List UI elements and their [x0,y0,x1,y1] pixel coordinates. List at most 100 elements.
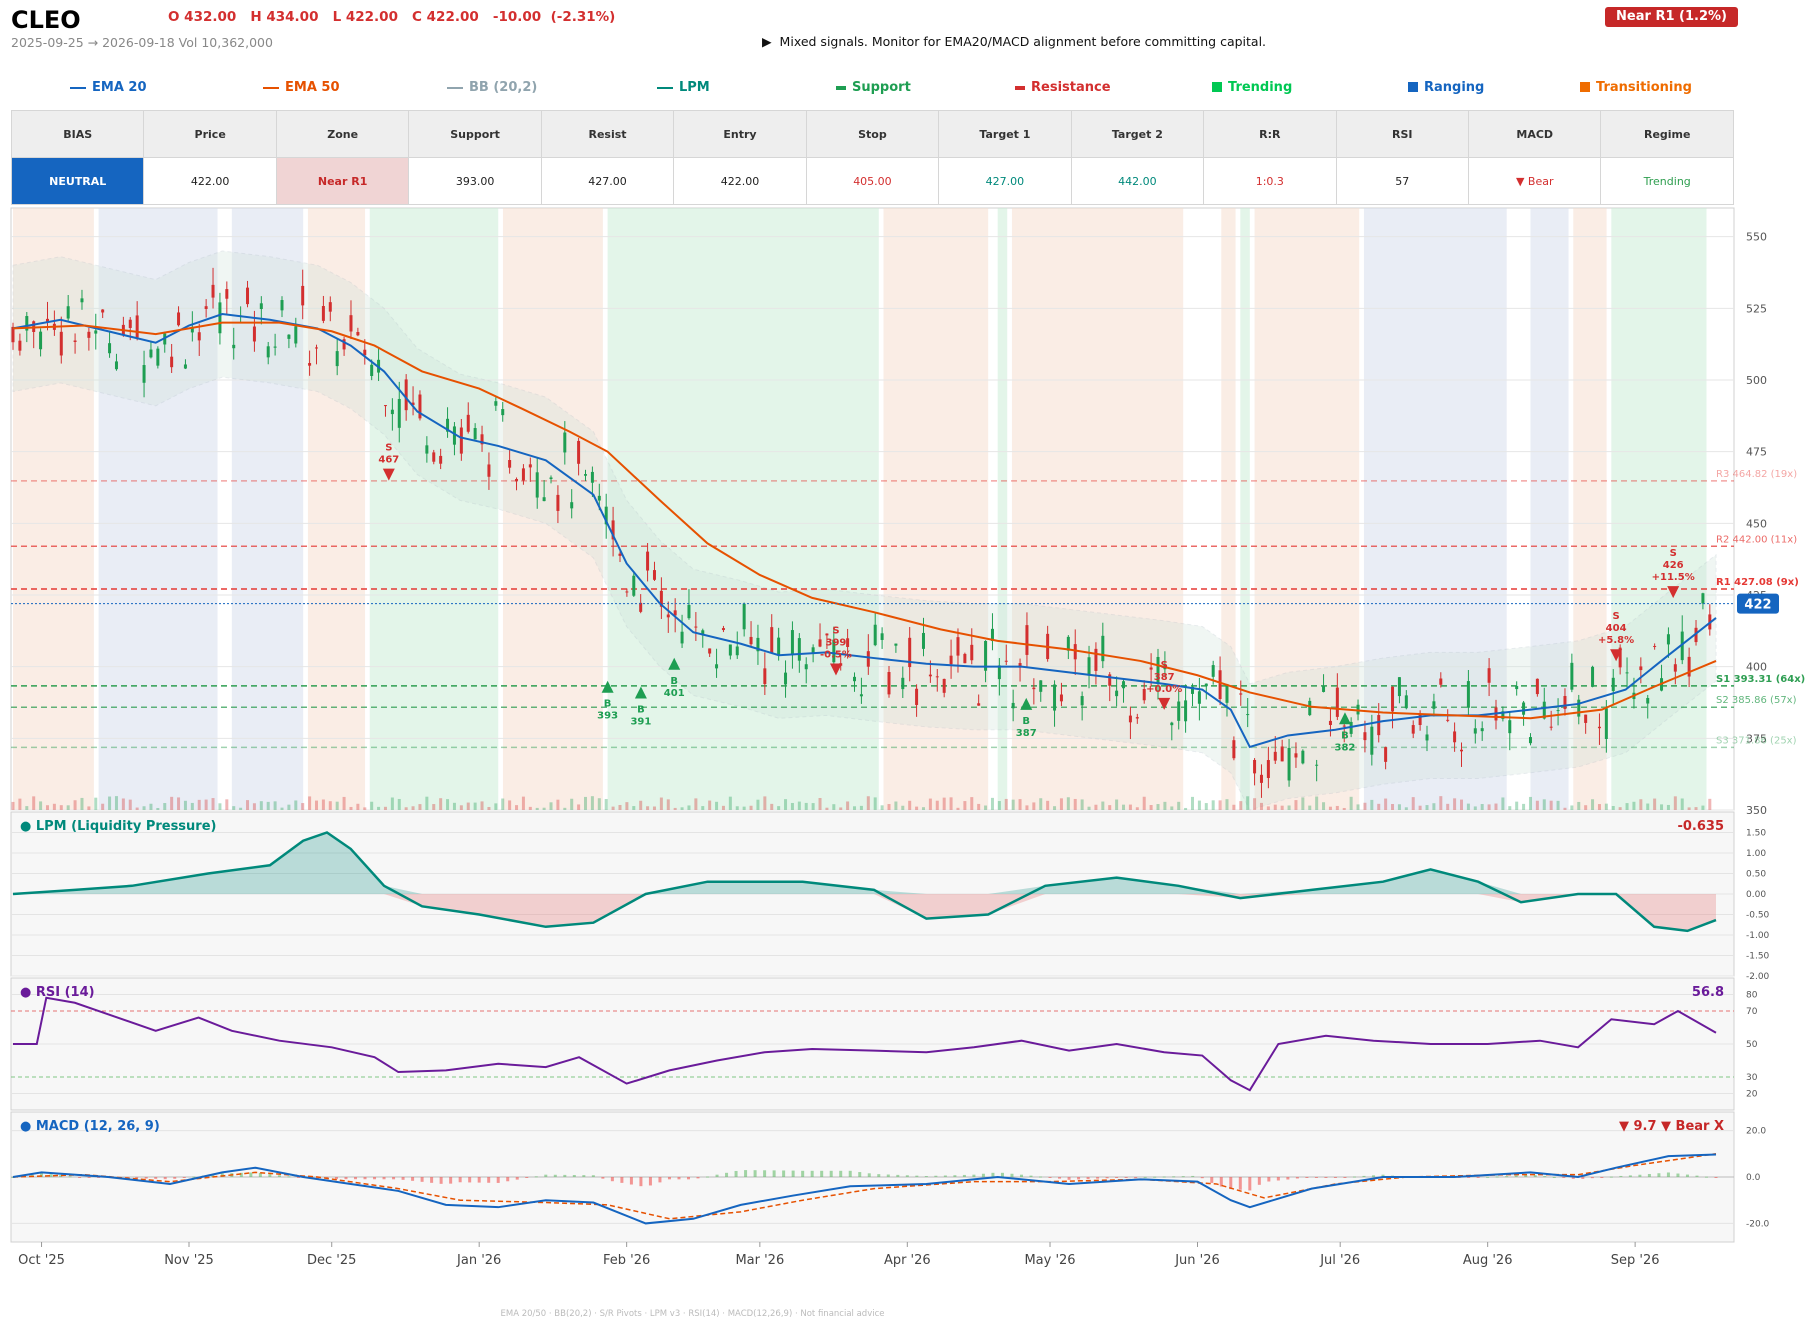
legend-item-lpm: LPM [657,80,710,95]
macd-histogram-bar [839,1170,843,1177]
macd-histogram-bar [430,1177,434,1183]
volume-bar [52,803,56,810]
macd-histogram-bar [87,1177,91,1178]
candle-body [73,340,77,342]
metrics-header-row: BIAS Price Zone Support Resist Entry Stop Targe… [10,110,1734,158]
date-tick-label: Jul '26 [1319,1253,1360,1268]
macd-histogram-bar [1010,1173,1014,1177]
last-price-label: 422 [1744,598,1771,613]
candle-body [970,644,974,661]
rsi-tick-label: 20 [1746,1090,1758,1100]
date-tick-label: May '26 [1024,1253,1075,1268]
volume-bar [997,801,1001,810]
volume-bar [335,801,339,810]
volume-bar [1439,796,1443,810]
macd-histogram-bar [1638,1174,1642,1177]
candle-body [1391,686,1395,712]
volume-bar [1211,800,1215,810]
volume-bar [80,797,84,810]
volume-bar [1287,805,1291,810]
candle-body [1177,701,1181,721]
macd-histogram-bar [1039,1176,1043,1178]
volume-bar [1328,806,1332,810]
macd-histogram-bar [981,1173,985,1177]
candle-body [246,287,250,305]
metrics-value-row: NEUTRAL 422.00 Near R1 393.00 427.00 422.00 40… [10,157,1734,205]
volume-bar [1694,807,1698,810]
candle-body [521,468,525,481]
macd-histogram-bar [1248,1177,1252,1191]
volume-bar [1149,805,1153,810]
macd-histogram-bar [249,1172,253,1177]
candle-body [570,502,574,509]
macd-histogram-bar [1647,1173,1651,1177]
volume-bar [832,804,836,810]
volume-bar [556,799,560,810]
candle-body [1204,683,1208,687]
volume-bar [1094,804,1098,810]
candle-body [383,405,387,407]
volume-bar [1618,807,1622,810]
macd-histogram-bar [544,1174,548,1177]
macd-histogram-bar [1077,1177,1081,1180]
volume-bar [259,801,263,810]
volume-bar [370,801,374,810]
volume-bar [928,798,932,810]
volume-bar [880,805,884,810]
macd-histogram-bar [439,1177,443,1184]
macd-histogram-bar [334,1177,338,1180]
sr-level-label: S2 385.86 (57x) [1716,695,1797,706]
macd-histogram-bar [601,1177,605,1179]
volume-bar [314,800,318,810]
metric-header: Target 2 [1070,110,1205,158]
candle-body [432,452,436,462]
candle-body [1053,684,1057,711]
volume-bar [321,799,325,810]
volume-bar [1004,798,1008,810]
candle-body [818,639,822,647]
volume-bar [984,805,988,810]
volume-bar [570,798,574,810]
macd-histogram-bar [525,1177,529,1178]
volume-bar [1528,796,1532,810]
candle-body [390,409,394,415]
candle-body [273,346,277,348]
metric-value-price: 422.00 [143,157,277,205]
candle-body [777,637,781,656]
candle-body [487,464,491,477]
candle-body [266,346,270,358]
volume-bar [473,802,477,810]
volume-bar [1363,802,1367,810]
macd-histogram-bar [458,1177,462,1183]
volume-bar [721,805,725,810]
candle-body [652,570,656,580]
candle-body [825,633,829,636]
candle-body [18,340,22,351]
macd-histogram-bar [829,1170,833,1177]
legend-swatch [70,86,86,89]
volume-bar [135,807,139,810]
volume-bar [1356,804,1360,810]
price-tick-label: 550 [1746,231,1767,244]
candle-body [715,664,719,669]
volume-bar [1142,796,1146,810]
macd-histogram-bar [1543,1176,1547,1178]
sr-level-label: S3 371.86 (25x) [1716,735,1797,746]
metric-value-macd: ▼ Bear [1467,157,1602,205]
candle-body [1266,760,1270,778]
candle-body [639,602,643,612]
volume-bar [287,804,291,810]
volume-bar [1687,807,1691,810]
candle-body [1115,690,1119,697]
macd-histogram-bar [1333,1177,1337,1178]
volume-bar [328,801,332,810]
volume-bar [1322,802,1326,810]
candle-body [1522,702,1526,715]
macd-histogram-bar [1343,1177,1347,1178]
candle-body [321,306,325,321]
volume-bar [708,800,712,810]
legend-label: LPM [679,80,710,95]
macd-histogram-bar [924,1176,928,1178]
volume-bar [390,797,394,810]
volume-bar [1066,797,1070,810]
